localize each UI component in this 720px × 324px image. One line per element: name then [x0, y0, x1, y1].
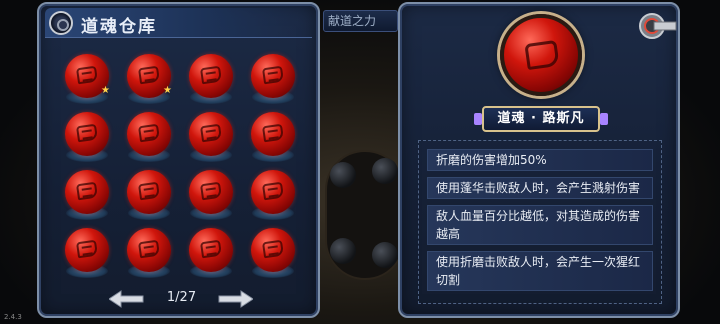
soul-slot[interactable]	[59, 226, 121, 282]
next-page-arrow-icon[interactable]	[217, 290, 253, 308]
soul-sigil-icon	[524, 39, 560, 71]
soul-slot[interactable]	[59, 168, 121, 224]
description-line: 折磨的伤害增加50%	[427, 149, 653, 171]
soul-slot[interactable]	[183, 168, 245, 224]
soul-sigil-icon	[75, 65, 99, 85]
description-line: 敌人血量百分比越低，对其造成的伤害越高	[427, 205, 653, 245]
soul-sigil-icon	[199, 181, 223, 201]
soul-sigil-icon	[261, 239, 285, 259]
description-line: 使用折磨击败敌人时，会产生一次猩红切割	[427, 251, 653, 291]
soul-slot[interactable]	[245, 168, 307, 224]
soul-slot[interactable]	[183, 52, 245, 108]
soul-orb[interactable]	[189, 170, 233, 214]
warehouse-title-bar: 道魂仓库	[45, 8, 312, 38]
soul-sigil-icon	[199, 65, 223, 85]
soul-orb[interactable]	[65, 112, 109, 156]
soul-slot[interactable]	[245, 226, 307, 282]
soul-orb[interactable]	[127, 170, 171, 214]
soul-sigil-icon	[137, 65, 161, 85]
soul-orb[interactable]	[127, 112, 171, 156]
soul-sigil-icon	[261, 181, 285, 201]
soul-sigil-icon	[137, 239, 161, 259]
soul-orb[interactable]	[65, 228, 109, 272]
soul-orb[interactable]	[251, 112, 295, 156]
ring-icon	[49, 11, 73, 35]
background-tab[interactable]: 献道之力	[323, 10, 398, 32]
soul-sigil-icon	[261, 65, 285, 85]
soul-sigil-icon	[199, 239, 223, 259]
soul-orb[interactable]	[251, 54, 295, 98]
soul-sigil-icon	[137, 123, 161, 143]
background-orb	[372, 158, 398, 184]
soul-slot[interactable]	[183, 226, 245, 282]
warehouse-panel: 道魂仓库 ★ ★ 1/27	[37, 2, 320, 318]
soul-sigil-icon	[75, 181, 99, 201]
soul-slot[interactable]	[183, 110, 245, 166]
soul-name: 道魂 · 路斯凡	[474, 106, 608, 132]
soul-orb[interactable]	[251, 170, 295, 214]
soul-slot[interactable]	[245, 110, 307, 166]
soul-sigil-icon	[75, 239, 99, 259]
soul-orb[interactable]	[189, 228, 233, 272]
description-line: 使用蓬华击败敌人时，会产生溅射伤害	[427, 177, 653, 199]
version-label: 2.4.3	[4, 313, 22, 321]
description-box: 折磨的伤害增加50% 使用蓬华击败敌人时，会产生溅射伤害 敌人血量百分比越低，对…	[418, 140, 662, 304]
prev-page-arrow-icon[interactable]	[109, 290, 145, 308]
soul-orb[interactable]	[251, 228, 295, 272]
soul-grid: ★ ★	[59, 52, 307, 282]
soul-sigil-icon	[199, 123, 223, 143]
soul-orb[interactable]	[189, 112, 233, 156]
soul-slot[interactable]	[121, 226, 183, 282]
soul-slot[interactable]	[121, 110, 183, 166]
star-icon: ★	[101, 85, 110, 96]
soul-slot[interactable]	[121, 168, 183, 224]
selected-soul-orb	[500, 14, 582, 96]
star-icon: ★	[163, 85, 172, 96]
page-indicator: 1/27	[166, 290, 197, 305]
close-icon[interactable]	[638, 10, 678, 42]
warehouse-title: 道魂仓库	[81, 17, 157, 37]
soul-slot[interactable]: ★	[121, 52, 183, 108]
soul-sigil-icon	[75, 123, 99, 143]
soul-slot[interactable]	[245, 52, 307, 108]
soul-slot[interactable]: ★	[59, 52, 121, 108]
soul-sigil-icon	[137, 181, 161, 201]
soul-sigil-icon	[261, 123, 285, 143]
soul-orb[interactable]	[127, 228, 171, 272]
background-orb	[330, 162, 356, 188]
soul-orb[interactable]	[65, 170, 109, 214]
soul-slot[interactable]	[59, 110, 121, 166]
background-orb	[330, 238, 356, 264]
detail-panel: 道魂 · 路斯凡 折磨的伤害增加50% 使用蓬华击败敌人时，会产生溅射伤害 敌人…	[398, 2, 680, 318]
soul-orb[interactable]	[189, 54, 233, 98]
background-orb	[372, 242, 398, 268]
